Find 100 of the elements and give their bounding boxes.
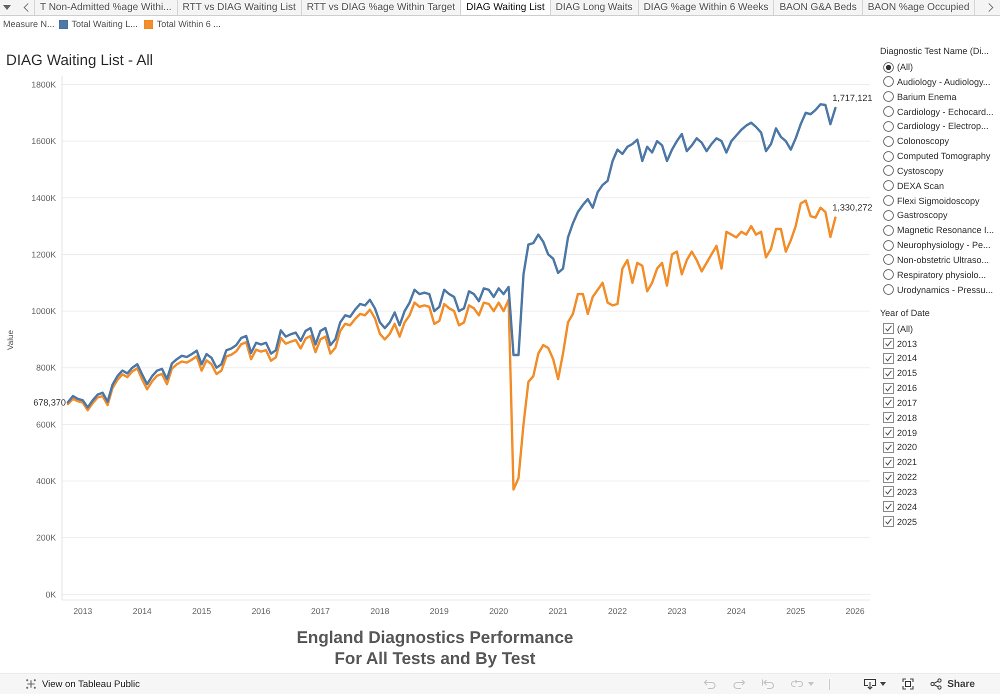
- option-label: Non-obstetric Ultraso...: [897, 254, 990, 266]
- radio-button[interactable]: [883, 76, 894, 88]
- dashboard-title: England Diagnostics Performance: [296, 627, 574, 648]
- option-label: 2017: [897, 396, 918, 409]
- radio-button[interactable]: [883, 269, 894, 280]
- radio-button[interactable]: [883, 224, 894, 236]
- checkbox[interactable]: [883, 382, 894, 394]
- x-axis-label: 2018: [370, 606, 390, 616]
- download-button[interactable]: [863, 678, 886, 690]
- radio-button[interactable]: [883, 62, 894, 73]
- option-label: 2013: [897, 338, 918, 350]
- option-label: Colonoscopy: [897, 135, 950, 148]
- y-axis-label: 400K: [36, 476, 56, 486]
- filter-title: Year of Date: [880, 306, 930, 320]
- option-label: 2014: [897, 352, 918, 364]
- share-button[interactable]: Share: [930, 678, 975, 690]
- x-axis-label: 2019: [430, 606, 449, 616]
- y-axis-label: 200K: [36, 532, 56, 543]
- radio-button[interactable]: [883, 195, 894, 206]
- option-label: 2025: [897, 516, 918, 528]
- checkbox[interactable]: [883, 397, 894, 408]
- data-label: 1,717,121: [832, 93, 872, 103]
- tab[interactable]: DIAG Long Waits: [550, 0, 639, 15]
- option-label: Cardiology - Electrop...: [897, 120, 989, 132]
- x-axis-label: 2016: [252, 606, 270, 616]
- y-axis-label: 1600K: [31, 136, 56, 146]
- y-axis-label: 0K: [46, 589, 56, 600]
- view-on-tableau-public-link[interactable]: View on Tableau Public: [25, 678, 140, 690]
- y-axis-label: 1200K: [31, 249, 56, 260]
- tab[interactable]: DIAG Waiting List: [461, 0, 551, 15]
- option-label: Neurophysiology - Pe...: [897, 239, 991, 252]
- checkbox[interactable]: [883, 472, 894, 483]
- x-axis-label: 2017: [310, 606, 330, 616]
- option-label: 2021: [897, 456, 918, 468]
- x-axis-label: 2025: [786, 606, 806, 616]
- radio-button[interactable]: [883, 180, 894, 192]
- fullscreen-icon[interactable]: [901, 678, 916, 690]
- option-label: Urodynamics - Pressu...: [897, 284, 994, 296]
- chevron-right-icon[interactable]: [988, 3, 994, 12]
- option-label: 2015: [897, 367, 918, 380]
- data-label: 1,330,272: [832, 202, 872, 213]
- radio-button[interactable]: [883, 254, 894, 266]
- x-axis-label: 2022: [608, 606, 627, 616]
- share-icon: [930, 678, 942, 690]
- option-label: 2016: [897, 382, 918, 394]
- checkbox[interactable]: [883, 352, 894, 364]
- tab[interactable]: RTT vs DIAG Waiting List: [178, 0, 302, 15]
- radio-button[interactable]: [883, 106, 894, 118]
- checkbox[interactable]: [883, 323, 894, 334]
- checkbox[interactable]: [883, 456, 894, 468]
- option-label: 2024: [897, 500, 918, 513]
- tab[interactable]: BAON %age Occupied: [862, 0, 976, 15]
- checkbox[interactable]: [883, 486, 894, 498]
- legend-label: Total Waiting L...: [72, 19, 138, 29]
- option-label: Computed Tomography: [897, 150, 990, 162]
- checkbox[interactable]: [883, 501, 894, 512]
- radio-button[interactable]: [883, 136, 894, 147]
- radio-button[interactable]: [883, 210, 894, 221]
- chevron-left-icon[interactable]: [23, 3, 29, 12]
- checkbox[interactable]: [883, 516, 894, 528]
- x-axis-label: 2026: [846, 606, 865, 616]
- radio-button[interactable]: [883, 150, 894, 162]
- checkbox[interactable]: [883, 368, 894, 379]
- option-label: 2023: [897, 486, 918, 498]
- option-label: DEXA Scan: [897, 180, 944, 192]
- x-axis-label: 2015: [192, 606, 212, 616]
- dashboard-title: For All Tests and By Test: [334, 648, 536, 669]
- y-axis-title: Value: [6, 330, 15, 350]
- x-axis-label: 2013: [73, 606, 92, 616]
- legend-title: Measure N...: [3, 19, 55, 29]
- legend-label: Total Within 6 ...: [156, 19, 221, 29]
- caret-down-icon[interactable]: [3, 5, 11, 10]
- radio-button[interactable]: [883, 284, 894, 296]
- y-axis-label: 1400K: [31, 192, 56, 203]
- chart-title: DIAG Waiting List - All: [5, 51, 153, 71]
- checkbox[interactable]: [883, 412, 894, 424]
- option-label: (All): [897, 61, 913, 74]
- option-label: Barium Enema: [897, 90, 957, 103]
- checkbox[interactable]: [883, 427, 894, 438]
- option-label: Respiratory physiolo...: [897, 268, 986, 281]
- option-label: Audiology - Audiology...: [897, 76, 990, 88]
- radio-button[interactable]: [883, 120, 894, 132]
- tab[interactable]: RTT vs DIAG %age Within Target: [302, 0, 462, 15]
- y-axis-label: 600K: [36, 419, 56, 430]
- radio-button[interactable]: [883, 165, 894, 176]
- checkbox[interactable]: [883, 442, 894, 453]
- checkbox[interactable]: [883, 338, 894, 350]
- option-label: 2020: [897, 441, 918, 454]
- option-label: Gastroscopy: [897, 209, 948, 222]
- x-axis-label: 2014: [132, 606, 152, 616]
- option-label: Cystoscopy: [897, 164, 944, 177]
- option-label: (All): [897, 322, 913, 335]
- radio-button[interactable]: [883, 91, 894, 102]
- caret-down-icon: [880, 682, 886, 686]
- x-axis-label: 2020: [489, 606, 508, 616]
- x-axis-label: 2021: [548, 606, 568, 616]
- tab[interactable]: DIAG %age Within 6 Weeks: [638, 0, 774, 15]
- download-icon: [863, 678, 878, 690]
- y-axis-label: 1000K: [31, 306, 56, 316]
- radio-button[interactable]: [883, 240, 894, 251]
